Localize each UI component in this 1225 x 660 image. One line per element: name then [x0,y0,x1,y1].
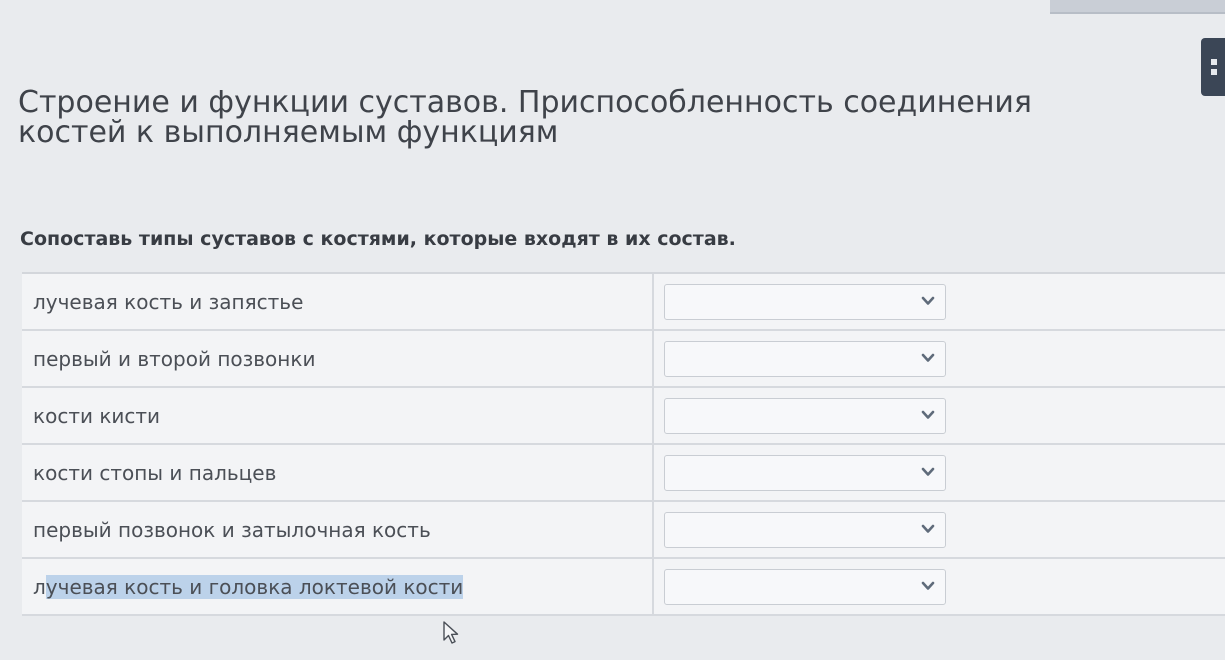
row-label-cell: кости кисти [22,388,654,443]
mouse-pointer-icon [443,621,459,644]
row-answer-cell [654,274,1225,329]
chevron-down-icon [921,410,935,419]
row-label: л [33,574,46,599]
chevron-down-icon [921,524,935,533]
answer-dropdown[interactable] [664,568,946,605]
row-label-cell: кости стопы и пальцев [22,445,654,500]
row-answer-cell [654,559,1225,614]
menu-icon [1211,59,1217,65]
selected-text-highlight: учевая кость и головка локтевой кости [45,574,464,599]
answer-dropdown[interactable] [664,511,946,548]
answer-dropdown[interactable] [664,397,946,434]
row-answer-cell [654,445,1225,500]
answer-dropdown[interactable] [664,340,946,377]
row-label: первый позвонок и затылочная кость [33,517,431,542]
row-answer-cell [654,388,1225,443]
chevron-down-icon [921,353,935,362]
menu-icon-dot [1211,69,1217,75]
table-row: первый позвонок и затылочная кость [22,502,1225,559]
matching-table: лучевая кость и запястье первый и второй… [22,272,1225,616]
row-answer-cell [654,331,1225,386]
table-row: лучевая кость и запястье [22,274,1225,331]
page-title: Строение и функции суставов. Приспособле… [18,85,1032,150]
row-label: кости кисти [33,403,161,428]
task-instruction: Сопоставь типы суставов с костями, котор… [20,228,736,250]
side-menu-tab[interactable] [1201,38,1225,96]
row-label-cell: лучевая кость и запястье [22,274,654,329]
table-row: кости кисти [22,388,1225,445]
table-row: первый и второй позвонки [22,331,1225,388]
row-label-cell: первый позвонок и затылочная кость [22,502,654,557]
row-label: первый и второй позвонки [33,346,316,371]
row-label-cell: л учевая кость и головка локтевой кости [22,559,654,614]
chevron-down-icon [921,467,935,476]
chevron-down-icon [921,581,935,590]
row-answer-cell [654,502,1225,557]
answer-dropdown[interactable] [664,283,946,320]
answer-dropdown[interactable] [664,454,946,491]
row-label: лучевая кость и запястье [33,289,304,314]
top-toolbar-strip [1050,0,1225,14]
table-row: л учевая кость и головка локтевой кости [22,559,1225,616]
row-label-cell: первый и второй позвонки [22,331,654,386]
chevron-down-icon [921,296,935,305]
table-row: кости стопы и пальцев [22,445,1225,502]
row-label: кости стопы и пальцев [33,460,277,485]
